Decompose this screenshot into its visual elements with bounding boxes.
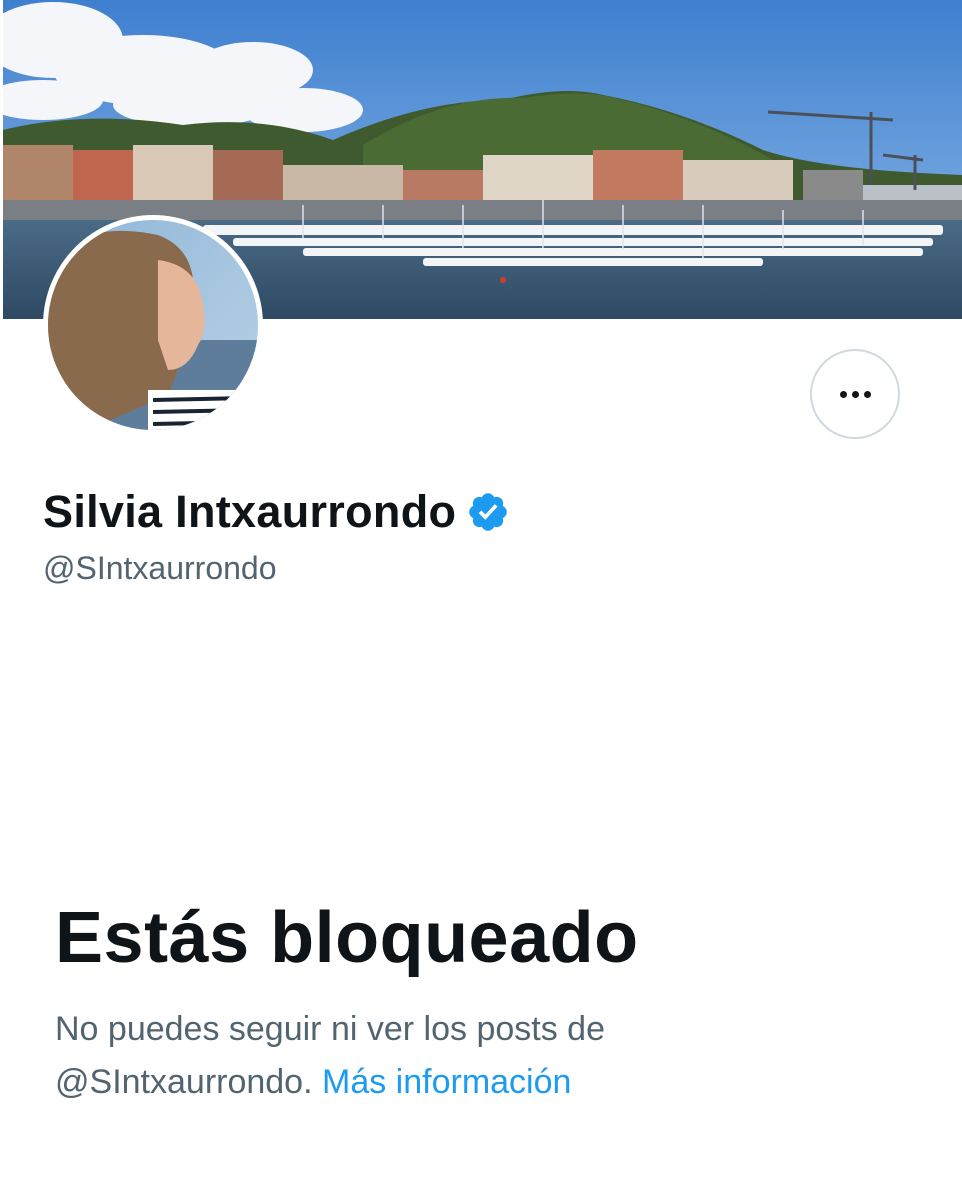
avatar-photo [48, 220, 258, 430]
profile-name-row: Silvia Intxaurrondo [43, 484, 510, 540]
display-name: Silvia Intxaurrondo [43, 486, 457, 537]
avatar[interactable] [43, 215, 263, 435]
profile-handle: @SIntxaurrondo [43, 550, 277, 586]
profile-page: Silvia Intxaurrondo @SIntxaurrondo Estás… [0, 0, 962, 1200]
blocked-description: No puedes seguir ni ver los posts de @SI… [55, 1003, 875, 1109]
blocked-message-handle: @SIntxaurrondo. [55, 1063, 313, 1101]
learn-more-link[interactable]: Más información [322, 1063, 571, 1101]
more-options-button[interactable] [810, 349, 900, 439]
verified-badge-icon[interactable] [466, 490, 510, 534]
blocked-message-text: No puedes seguir ni ver los posts de [55, 1010, 605, 1048]
blocked-title: Estás bloqueado [55, 898, 639, 978]
ellipsis-icon [839, 390, 871, 398]
